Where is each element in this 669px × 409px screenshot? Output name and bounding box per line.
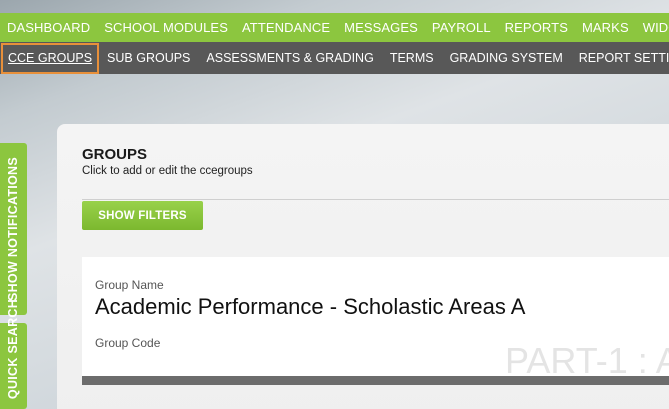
nav-messages[interactable]: MESSAGES bbox=[337, 13, 425, 42]
subnav-cce-groups[interactable]: CCE GROUPS bbox=[1, 42, 100, 74]
top-navigation: DASHBOARD SCHOOL MODULES ATTENDANCE MESS… bbox=[0, 13, 669, 42]
group-code-label: Group Code bbox=[95, 336, 161, 350]
nav-school-modules[interactable]: SCHOOL MODULES bbox=[97, 13, 235, 42]
subnav-sub-groups[interactable]: SUB GROUPS bbox=[99, 43, 198, 73]
quick-search-tab[interactable]: QUICK SEARCH bbox=[0, 299, 27, 409]
quick-search-label: QUICK SEARCH bbox=[6, 298, 21, 400]
page-title: GROUPS bbox=[82, 146, 148, 163]
page-subtitle: Click to add or edit the ccegroups bbox=[82, 165, 253, 177]
group-name-value: Academic Performance - Scholastic Areas … bbox=[95, 294, 526, 319]
nav-reports[interactable]: REPORTS bbox=[498, 13, 575, 42]
subnav-grading-system[interactable]: GRADING SYSTEM bbox=[442, 43, 571, 73]
subnav-assessments-grading[interactable]: ASSESSMENTS & GRADING bbox=[198, 43, 381, 73]
sub-navigation: CCE GROUPS SUB GROUPS ASSESSMENTS & GRAD… bbox=[0, 42, 669, 74]
groups-panel: GROUPS Click to add or edit the ccegroup… bbox=[57, 124, 669, 409]
card-footer-bar bbox=[82, 376, 669, 385]
subnav-terms[interactable]: TERMS bbox=[382, 43, 442, 73]
nav-payroll[interactable]: PAYROLL bbox=[425, 13, 498, 42]
show-notifications-tab[interactable]: SHOW NOTIFICATIONS bbox=[0, 143, 27, 315]
group-record-card[interactable]: Group Name Academic Performance - Schola… bbox=[82, 257, 669, 385]
nav-widgets[interactable]: WIDGETS bbox=[636, 13, 669, 42]
nav-attendance[interactable]: ATTENDANCE bbox=[235, 13, 337, 42]
nav-marks[interactable]: MARKS bbox=[575, 13, 636, 42]
subnav-report-settings[interactable]: REPORT SETTINGS bbox=[571, 43, 669, 73]
show-notifications-label: SHOW NOTIFICATIONS bbox=[6, 156, 21, 302]
group-name-label: Group Name bbox=[95, 278, 164, 292]
show-filters-button[interactable]: SHOW FILTERS bbox=[82, 201, 203, 230]
divider bbox=[82, 199, 669, 200]
nav-dashboard[interactable]: DASHBOARD bbox=[0, 13, 97, 42]
